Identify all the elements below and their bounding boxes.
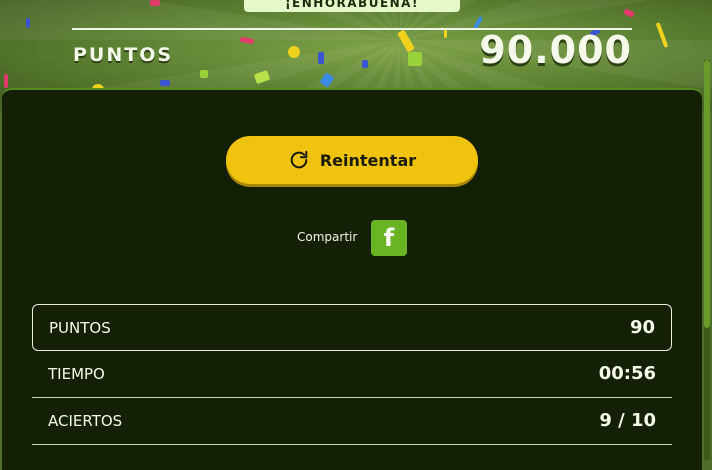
share-label: Compartir	[297, 230, 358, 244]
confetti-piece	[4, 74, 8, 88]
stat-label: PUNTOS	[49, 319, 111, 337]
confetti-piece	[318, 52, 324, 64]
confetti-piece	[160, 80, 170, 86]
stat-value: 9 / 10	[599, 410, 656, 431]
stat-label: ACIERTOS	[48, 412, 123, 430]
retry-icon	[290, 150, 308, 169]
confetti-piece	[362, 60, 368, 68]
score-value: 90.000	[479, 28, 632, 72]
facebook-share-button[interactable]: f	[371, 220, 407, 256]
scrollbar-thumb[interactable]	[704, 60, 710, 328]
stat-value: 90	[629, 317, 655, 338]
stat-row-puntos: PUNTOS 90	[32, 304, 672, 351]
confetti-piece	[408, 52, 422, 66]
stat-label: TIEMPO	[48, 365, 105, 383]
stats-table: PUNTOS 90 TIEMPO 00:56 ACIERTOS 9 / 10	[32, 304, 672, 445]
confetti-piece	[150, 0, 160, 6]
stat-value: 00:56	[598, 363, 656, 384]
confetti-piece	[288, 46, 300, 58]
stat-row-tiempo: TIEMPO 00:56	[32, 351, 672, 398]
confetti-piece	[200, 70, 208, 78]
facebook-icon: f	[383, 224, 395, 252]
retry-button[interactable]: Reintentar	[226, 136, 478, 184]
score-label: PUNTOS	[73, 44, 174, 66]
congrats-label: ¡ENHORABUENA!	[244, 0, 460, 12]
confetti-piece	[26, 18, 30, 28]
stat-row-aciertos: ACIERTOS 9 / 10	[32, 398, 672, 445]
retry-label: Reintentar	[319, 150, 417, 170]
